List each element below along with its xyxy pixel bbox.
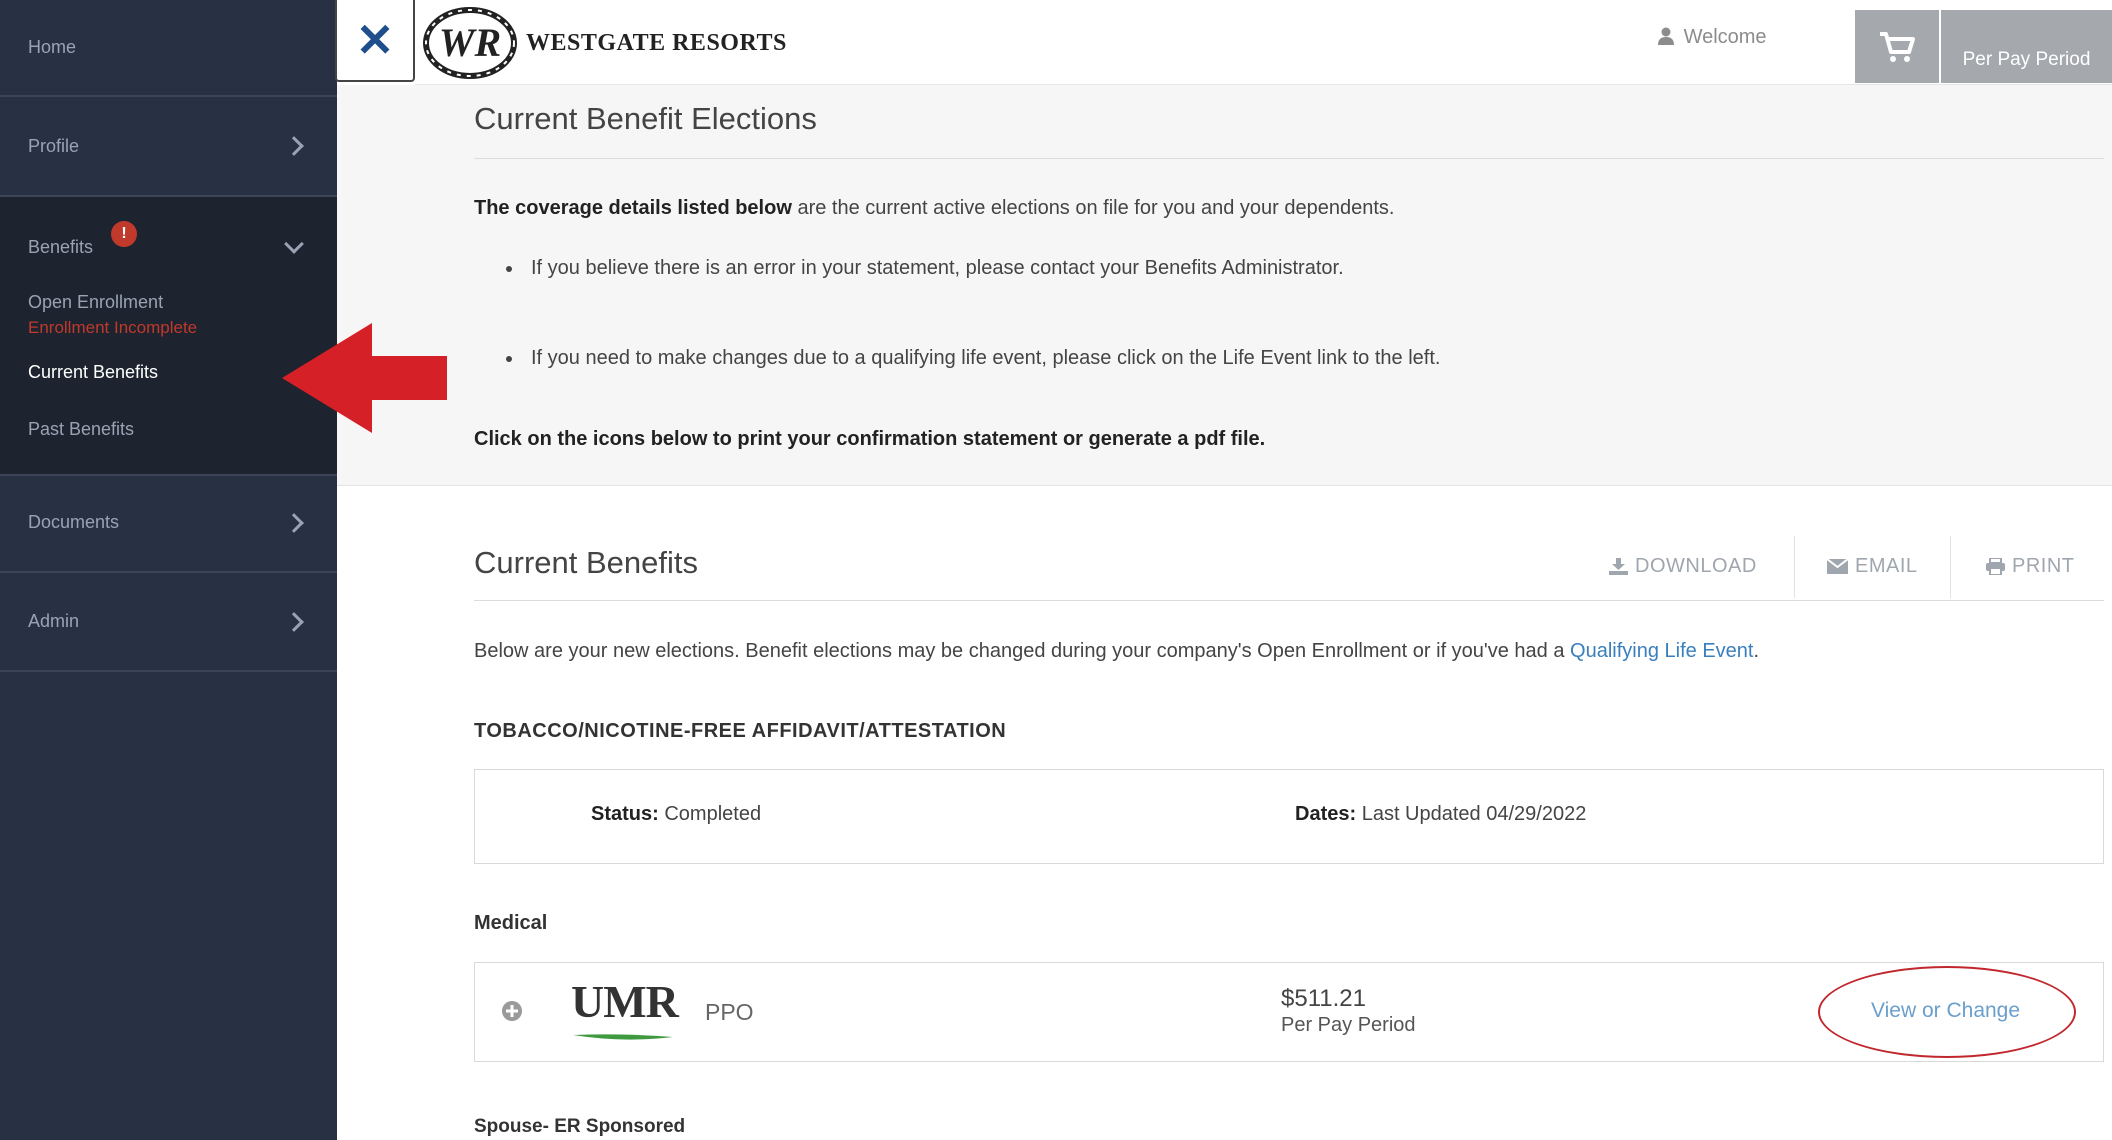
print-button[interactable]: PRINT [1986,555,2075,578]
status-label: Status: [591,803,659,825]
email-button[interactable]: EMAIL [1827,555,1918,578]
sidebar-item-admin[interactable]: Admin [0,573,337,672]
cart-button[interactable] [1855,10,1939,83]
cart-period-label: Per Pay Period [1941,10,2112,83]
spouse-section-title: Spouse- ER Sponsored [474,1116,686,1137]
sidebar-link-current-benefits[interactable]: Current Benefits [28,362,158,383]
user-icon [1658,27,1674,45]
envelope-icon [1827,559,1848,574]
dates-label: Dates: [1295,803,1357,825]
sidebar-link-past-benefits[interactable]: Past Benefits [28,419,134,440]
sidebar-link-open-enrollment[interactable]: Open Enrollment [28,292,163,313]
download-label: DOWNLOAD [1635,555,1757,577]
sidebar-item-benefits[interactable]: Benefits ! [0,197,337,297]
sidebar-item-documents[interactable]: Documents [0,474,337,573]
medical-section-title: Medical [474,912,548,934]
section-divider [474,600,2104,601]
benefit-elections-panel [337,85,2112,486]
email-label: EMAIL [1855,555,1918,577]
sidebar-item-home[interactable]: Home [0,0,337,97]
sidebar-item-label: Profile [28,135,80,156]
status-field: Status: Completed [591,803,761,826]
tobacco-section-title: TOBACCO/NICOTINE-FREE AFFIDAVIT/ATTESTAT… [474,720,1007,742]
cart-icon [1880,31,1915,62]
bullet-dot [506,356,512,362]
sidebar-item-profile[interactable]: Profile [0,97,337,197]
chevron-down-icon [284,234,304,254]
close-sidebar-button[interactable]: ✕ [335,0,415,82]
description-text: Below are your new elections. Benefit el… [474,640,1571,662]
annotation-arrow-body [372,356,447,400]
sidebar-item-label: Admin [28,611,80,631]
sidebar-item-label: Home [28,37,77,57]
chevron-right-icon [284,611,304,632]
logo-text: WESTGATE RESORTS [526,29,787,56]
qualifying-life-event-link[interactable]: Qualifying Life Event [1570,640,1753,662]
action-divider [1950,536,1951,598]
description-end: . [1753,640,1760,662]
dates-field: Dates: Last Updated 04/29/2022 [1295,803,1586,826]
chevron-right-icon [284,136,304,156]
per-pay-period-text: Per Pay Period [1962,49,2091,70]
dates-value: Last Updated 04/29/2022 [1356,803,1587,825]
title-divider [474,158,2104,159]
print-label: PRINT [2012,555,2075,577]
logo-initials: WR [439,20,501,65]
plan-type: PPO [705,999,754,1025]
download-icon [1609,558,1628,575]
welcome-user[interactable]: Welcome [1658,26,1767,49]
annotation-highlight-oval [1818,966,2076,1058]
download-button[interactable]: DOWNLOAD [1609,555,1757,578]
close-icon: ✕ [355,14,395,66]
intro-text: The coverage details listed below are th… [474,197,1394,220]
umr-logo: UMR [571,975,679,1043]
status-value: Completed [658,803,762,825]
bullet-dot [506,266,512,272]
intro-rest: are the current active elections on file… [791,197,1395,219]
westgate-logo-icon: WR [423,7,517,79]
sidebar-nav: Home Profile Benefits ! Open Enrollment … [0,0,337,1140]
printer-icon [1986,558,2005,575]
tobacco-status-card: Status: Completed Dates: Last Updated 04… [474,769,2104,864]
sidebar-item-label: Benefits [28,236,94,257]
section-title-current-benefits: Current Benefits [474,545,698,580]
page-title: Current Benefit Elections [474,101,817,136]
welcome-text: Welcome [1683,26,1767,48]
chevron-right-icon [284,512,304,533]
annotation-arrow-head [282,323,372,433]
current-benefits-description: Below are your new elections. Benefit el… [474,640,1759,663]
info-bullet-life-event: If you need to make changes due to a qua… [531,347,1441,369]
intro-bold: The coverage details listed below [474,197,792,219]
action-divider [1794,536,1795,598]
info-bullet-error: If you believe there is an error in your… [531,257,1344,279]
plan-amount: $511.21 [1281,985,1366,1012]
company-logo: WR WESTGATE RESORTS [422,6,787,80]
swoosh-icon [573,1034,673,1040]
expand-plus-icon[interactable] [501,1000,523,1022]
enrollment-status-text: Enrollment Incomplete [28,318,198,337]
carrier-name: UMR [571,976,679,1027]
print-instructions: Click on the icons below to print your c… [474,428,1266,450]
plan-period: Per Pay Period [1281,1014,1416,1036]
sidebar-item-label: Documents [28,512,120,532]
alert-badge: ! [111,221,137,247]
